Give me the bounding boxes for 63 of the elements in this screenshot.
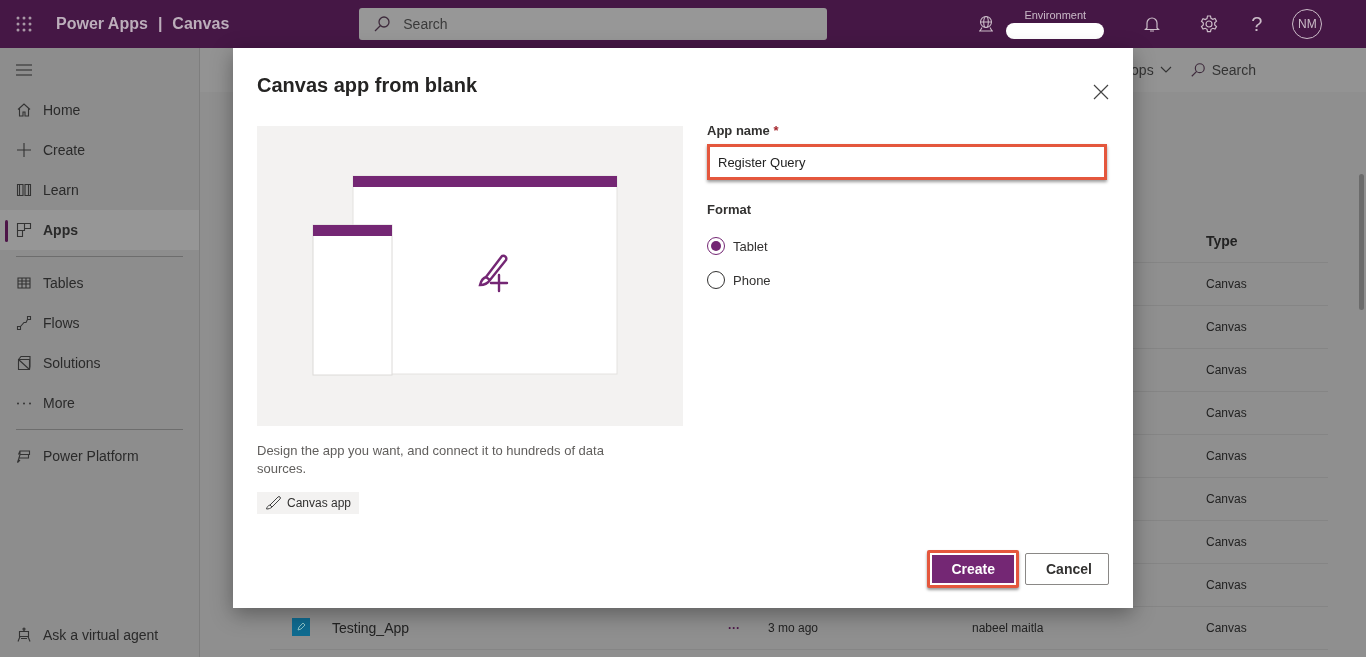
solution-icon <box>16 355 32 371</box>
app-icon <box>292 617 310 636</box>
table-cell: nabeel maitla <box>972 621 1044 635</box>
table-cell: Canvas <box>1206 406 1247 420</box>
home-icon <box>16 102 32 118</box>
plus-icon <box>16 142 32 158</box>
search-icon <box>373 15 392 33</box>
field-label: Format <box>707 202 753 217</box>
nav-item[interactable]: Create <box>0 130 199 170</box>
app-launcher-icon[interactable] <box>16 16 32 32</box>
cancel-button[interactable]: Cancel <box>1025 553 1109 585</box>
globe-icon[interactable] <box>977 15 996 33</box>
book-icon <box>16 182 32 198</box>
search-button[interactable]: Search <box>1189 62 1256 78</box>
table-cell: Canvas <box>1206 621 1247 635</box>
table-cell: 3 mo ago <box>768 621 819 635</box>
brush-icon <box>265 495 281 511</box>
bell-icon[interactable] <box>1143 15 1162 33</box>
nav-item[interactable]: Power Platform <box>0 436 199 476</box>
close-icon[interactable] <box>1093 84 1109 100</box>
table-cell: Canvas <box>1206 363 1247 377</box>
nav-item[interactable]: Apps <box>0 210 199 250</box>
dialog-title: Canvas app from blank <box>257 73 478 97</box>
more-options-button[interactable]: ··· <box>728 621 740 635</box>
chevron-down-icon <box>1159 66 1172 74</box>
column-header[interactable]: Type <box>1206 233 1326 249</box>
nav-item[interactable]: More <box>0 383 199 423</box>
table-cell: Canvas <box>1206 277 1247 291</box>
create-button[interactable]: Create <box>927 550 1019 588</box>
flow-icon <box>16 315 32 331</box>
apps-icon <box>16 222 32 238</box>
more-icon <box>16 401 32 405</box>
nav-item[interactable]: Learn <box>0 170 199 210</box>
section-name: Canvas <box>172 15 230 33</box>
tag: Canvas app <box>257 492 360 514</box>
redacted-bar[interactable] <box>1006 23 1105 39</box>
table-icon <box>16 275 32 291</box>
table-cell: Canvas <box>1206 320 1247 334</box>
platform-icon <box>16 448 32 464</box>
search-field[interactable]: Search <box>359 8 828 40</box>
table-cell[interactable]: Testing_App <box>332 620 410 636</box>
field-label: App name * <box>707 123 780 138</box>
environment-label: Environment <box>1024 9 1087 21</box>
table-cell: Canvas <box>1206 578 1247 592</box>
nav-item[interactable]: Home <box>0 90 199 130</box>
nav-item[interactable]: Solutions <box>0 343 199 383</box>
table-cell: Canvas <box>1206 535 1247 549</box>
table-cell: Canvas <box>1206 492 1247 506</box>
product-name[interactable]: Power Apps <box>56 15 148 33</box>
robot-icon <box>16 627 32 643</box>
settings-icon[interactable] <box>1199 14 1220 34</box>
separator: | <box>157 15 163 33</box>
search-icon <box>1189 62 1206 78</box>
nav-item[interactable]: Ask a virtual agent <box>0 615 199 655</box>
app-name-field[interactable]: Register Query <box>707 144 1107 180</box>
table-cell: Canvas <box>1206 449 1247 463</box>
scrollbar-thumb[interactable] <box>1359 174 1364 310</box>
nav-item[interactable]: Flows <box>0 303 199 343</box>
help-button[interactable]: ? <box>1251 12 1263 36</box>
nav-item[interactable]: Tables <box>0 263 199 303</box>
description: Design the app you want, and connect it to hundreds of data sources. <box>257 442 605 478</box>
radio-option[interactable]: Tablet <box>707 229 1109 263</box>
radio-option[interactable]: Phone <box>707 263 1109 297</box>
